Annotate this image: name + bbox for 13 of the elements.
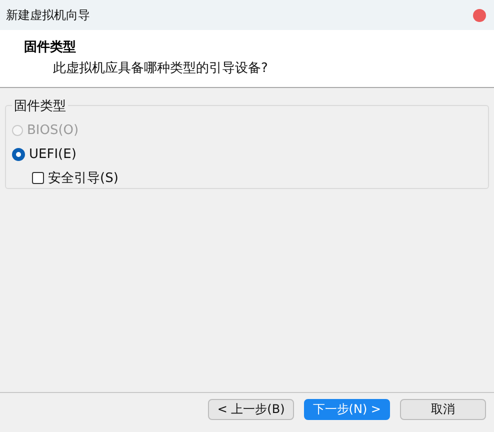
option-label: UEFI(E) [29,146,76,162]
wizard-button[interactable]: 取消 [400,399,486,420]
group-label: 固件类型 [12,97,68,115]
window-title: 新建虚拟机向导 [6,6,90,24]
option-label: BIOS(O) [27,122,79,138]
close-icon[interactable] [473,8,486,22]
wizard-button[interactable]: 下一步(N) > [304,399,390,420]
page-title: 固件类型 [24,39,76,56]
wizard-button[interactable]: < 上一步(B) [208,399,294,420]
checkbox[interactable] [32,172,44,184]
option-label: 安全引导(S) [48,170,118,187]
radio-button[interactable] [12,148,25,160]
page-subtitle: 此虚拟机应具备哪种类型的引导设备? [52,60,268,77]
